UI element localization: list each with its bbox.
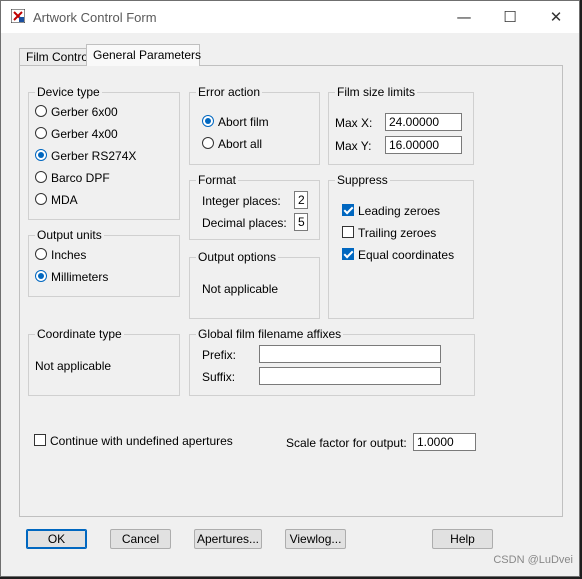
device-radio-mda[interactable]	[35, 193, 47, 205]
max-y-label: Max Y:	[335, 139, 372, 153]
error-option-abort-film: Abort film	[218, 115, 269, 129]
leading-zeroes-checkbox[interactable]	[342, 204, 354, 216]
minimize-icon[interactable]: —	[441, 5, 487, 29]
units-option-inches: Inches	[51, 248, 87, 262]
output-options-label: Output options	[196, 250, 279, 264]
max-x-label: Max X:	[335, 116, 373, 130]
close-icon[interactable]: ✕	[533, 5, 579, 29]
equal-coordinates-label: Equal coordinates	[358, 248, 455, 262]
apertures-button[interactable]: Apertures...	[194, 529, 262, 549]
scale-factor-label: Scale factor for output:	[286, 436, 407, 450]
watermark-text: CSDN @LuDvei	[493, 554, 573, 566]
leading-zeroes-label: Leading zeroes	[358, 204, 441, 218]
maximize-icon[interactable]: ☐	[487, 5, 533, 29]
suppress-label: Suppress	[335, 173, 390, 187]
output-options-value: Not applicable	[202, 282, 279, 296]
tab-general-parameters[interactable]: General Parameters	[86, 44, 201, 66]
device-radio-gerber-6x00[interactable]	[35, 105, 47, 117]
trailing-zeroes-label: Trailing zeroes	[358, 226, 437, 240]
decimal-places-label: Decimal places:	[202, 216, 287, 230]
device-option-barco-dpf: Barco DPF	[51, 171, 110, 185]
max-y-input[interactable]: 16.00000	[385, 136, 462, 154]
ok-button[interactable]: OK	[26, 529, 87, 549]
coordinate-type-label: Coordinate type	[35, 327, 124, 341]
device-option-gerber-6x00: Gerber 6x00	[51, 105, 118, 119]
device-option-gerber-rs274x: Gerber RS274X	[51, 149, 137, 163]
title-bar: Artwork Control Form — ☐ ✕	[1, 1, 579, 33]
device-type-label: Device type	[35, 85, 102, 99]
artwork-control-form-window: Artwork Control Form — ☐ ✕ Film Control …	[0, 0, 580, 577]
units-radio-millimeters[interactable]	[35, 270, 47, 282]
error-radio-abort-all[interactable]	[202, 137, 214, 149]
units-radio-inches[interactable]	[35, 248, 47, 260]
format-group: Format	[189, 173, 320, 240]
prefix-label: Prefix:	[202, 348, 237, 362]
units-option-millimeters: Millimeters	[51, 270, 109, 284]
coordinate-type-value: Not applicable	[35, 359, 112, 373]
help-button[interactable]: Help	[432, 529, 493, 549]
device-radio-gerber-4x00[interactable]	[35, 127, 47, 139]
decimal-places-input[interactable]: 5	[294, 213, 308, 231]
affixes-group: Global film filename affixes	[189, 327, 475, 396]
continue-undefined-checkbox[interactable]	[34, 434, 46, 446]
device-option-gerber-4x00: Gerber 4x00	[51, 127, 118, 141]
max-x-input[interactable]: 24.00000	[385, 113, 462, 131]
device-radio-gerber-rs274x[interactable]	[35, 149, 47, 161]
format-label: Format	[196, 173, 239, 187]
window-title: Artwork Control Form	[33, 10, 157, 25]
error-radio-abort-film[interactable]	[202, 115, 214, 127]
integer-places-label: Integer places:	[202, 194, 281, 208]
viewlog-button[interactable]: Viewlog...	[285, 529, 346, 549]
cancel-button[interactable]: Cancel	[110, 529, 171, 549]
suffix-input[interactable]	[259, 367, 441, 385]
film-size-limits-label: Film size limits	[335, 85, 417, 99]
suffix-label: Suffix:	[202, 370, 236, 384]
integer-places-input[interactable]: 2	[294, 191, 308, 209]
output-units-group: Output units	[28, 228, 180, 297]
prefix-input[interactable]	[259, 345, 441, 363]
app-icon	[11, 9, 25, 23]
device-radio-barco-dpf[interactable]	[35, 171, 47, 183]
trailing-zeroes-checkbox[interactable]	[342, 226, 354, 238]
error-option-abort-all: Abort all	[218, 137, 263, 151]
device-option-mda: MDA	[51, 193, 78, 207]
scale-factor-input[interactable]: 1.0000	[413, 433, 476, 451]
affixes-label: Global film filename affixes	[196, 327, 344, 341]
output-units-label: Output units	[35, 228, 104, 242]
tab-film-control[interactable]: Film Control	[19, 48, 91, 66]
error-action-label: Error action	[196, 85, 263, 99]
equal-coordinates-checkbox[interactable]	[342, 248, 354, 260]
continue-undefined-label: Continue with undefined apertures	[50, 434, 233, 448]
